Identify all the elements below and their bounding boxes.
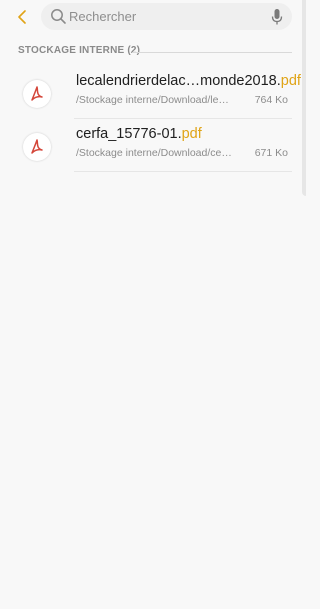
file-path: /Stockage interne/Download/ce…: [76, 147, 232, 159]
file-size: 671 Ko: [254, 147, 288, 159]
scroll-indicator: [302, 0, 306, 196]
section-divider: [132, 52, 292, 53]
file-extension: pdf: [181, 126, 202, 142]
top-bar: [0, 0, 306, 36]
file-name: cerfa_15776-01.pdf: [76, 126, 202, 142]
pdf-icon: [23, 80, 51, 108]
section-header: STOCKAGE INTERNE (2): [18, 45, 141, 56]
file-name: lecalendrierdelac…monde2018.pdf: [76, 73, 301, 89]
pdf-icon: [23, 133, 51, 161]
microphone-icon[interactable]: [270, 8, 284, 26]
file-extension: pdf: [280, 73, 301, 89]
file-item[interactable]: lecalendrierdelac…monde2018.pdf /Stockag…: [0, 73, 306, 119]
search-icon: [51, 9, 66, 24]
list-divider: [74, 118, 292, 119]
search-box[interactable]: [41, 3, 292, 30]
search-input[interactable]: [69, 6, 259, 27]
chevron-left-icon: [18, 10, 26, 24]
file-item[interactable]: cerfa_15776-01.pdf /Stockage interne/Dow…: [0, 126, 306, 172]
file-path: /Stockage interne/Download/le…: [76, 94, 229, 106]
back-button[interactable]: [12, 6, 34, 28]
list-divider: [74, 171, 292, 172]
file-size: 764 Ko: [254, 94, 288, 106]
